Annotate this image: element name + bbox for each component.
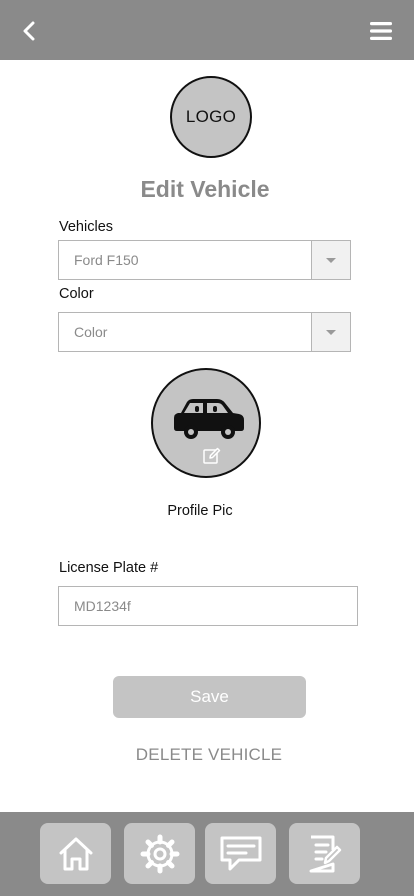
color-select[interactable]: Color <box>58 312 351 352</box>
settings-icon <box>140 834 179 873</box>
hamburger-menu-icon <box>370 22 392 40</box>
profile-pic-button[interactable] <box>151 368 261 478</box>
top-app-bar <box>0 0 414 60</box>
nav-messages-button[interactable] <box>205 823 276 884</box>
color-label: Color <box>59 286 94 302</box>
chevron-down-icon <box>326 329 336 335</box>
notes-icon <box>309 835 341 872</box>
nav-notes-button[interactable] <box>289 823 360 884</box>
edit-icon[interactable] <box>203 447 221 465</box>
chevron-down-icon <box>326 257 336 263</box>
messages-icon <box>220 836 261 870</box>
license-plate-input[interactable] <box>58 586 358 626</box>
vehicles-label: Vehicles <box>59 219 114 235</box>
menu-button[interactable] <box>366 16 396 46</box>
chevron-left-icon <box>23 21 35 41</box>
page-title: Edit Vehicle <box>140 176 270 202</box>
vehicles-select[interactable]: Ford F150 <box>58 240 351 280</box>
color-selected-value: Color <box>74 324 108 340</box>
nav-home-button[interactable] <box>40 823 111 884</box>
color-dropdown-toggle[interactable] <box>311 313 350 351</box>
back-button[interactable] <box>14 16 44 46</box>
car-icon <box>174 399 244 439</box>
vehicles-selected-value: Ford F150 <box>74 252 139 268</box>
profile-pic-caption: Profile Pic <box>167 503 233 519</box>
license-plate-label: License Plate # <box>59 560 159 576</box>
logo: LOGO <box>170 76 252 158</box>
home-icon <box>59 837 92 870</box>
vehicles-dropdown-toggle[interactable] <box>311 241 350 279</box>
delete-vehicle-link[interactable]: DELETE VEHICLE <box>0 745 414 765</box>
bottom-nav-bar <box>0 812 414 896</box>
save-button[interactable]: Save <box>113 676 306 718</box>
nav-settings-button[interactable] <box>124 823 195 884</box>
